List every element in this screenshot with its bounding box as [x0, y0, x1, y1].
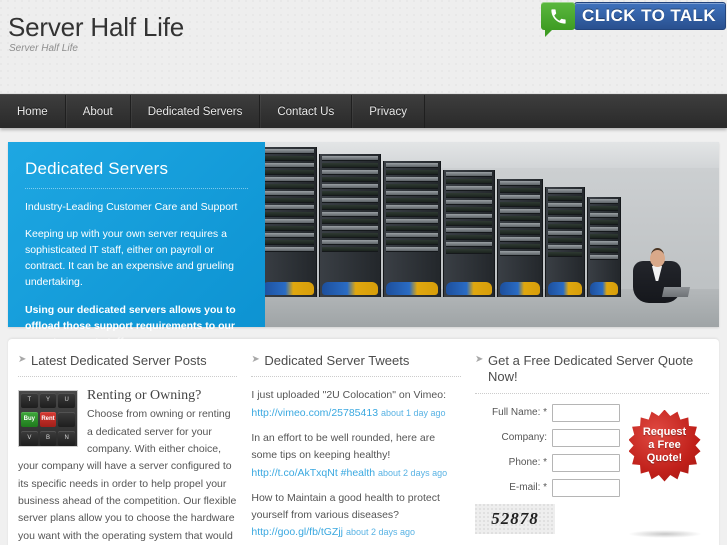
tweet-text: In an effort to be well rounded, here ar…: [251, 431, 436, 462]
key-b: B: [39, 431, 57, 447]
server-rack: [319, 154, 381, 297]
nav-item-dedicated-servers[interactable]: Dedicated Servers: [131, 95, 261, 128]
posts-heading-label: Latest Dedicated Server Posts: [31, 353, 207, 368]
request-free-quote-badge[interactable]: Request a Free Quote!: [628, 409, 701, 482]
hero-text-panel: Dedicated Servers Industry-Leading Custo…: [8, 142, 265, 348]
key-n: N: [58, 431, 76, 447]
nav-item-home[interactable]: Home: [0, 95, 66, 128]
quote-form-heading-label: Get a Free Dedicated Server Quote Now!: [488, 353, 694, 385]
hero-banner: Dedicated Servers Industry-Leading Custo…: [8, 142, 719, 348]
column-quote-form: ➤ Get a Free Dedicated Server Quote Now!…: [475, 353, 709, 545]
badge-shadow: [627, 529, 702, 538]
badge-line-3: Quote!: [646, 452, 683, 465]
tweet-item: How to Maintain a good health to protect…: [251, 490, 461, 542]
chevron-right-icon: ➤: [251, 354, 260, 365]
chevron-right-icon: ➤: [18, 354, 27, 365]
server-rack: [587, 197, 621, 297]
key-t: T: [21, 393, 38, 409]
click-to-talk-widget[interactable]: CLICK TO TALK: [541, 2, 726, 37]
server-rack: [443, 170, 495, 297]
phone-label: Phone: *: [508, 457, 548, 468]
badge-line-2: a Free: [648, 438, 681, 451]
nav-item-contact-us[interactable]: Contact Us: [260, 95, 353, 128]
server-rack: [383, 161, 441, 297]
field-row-phone: Phone: *: [475, 453, 621, 472]
hero-heading: Dedicated Servers: [25, 159, 248, 189]
field-row-email: E-mail: *: [475, 478, 621, 497]
site-header: Server Half Life Server Half Life CLICK …: [0, 0, 727, 94]
field-row-full-name: Full Name: *: [475, 403, 621, 422]
post-thumbnail-keyboard[interactable]: T Y U Buy Rent V B N: [18, 390, 78, 448]
phone-bubble-icon[interactable]: [541, 2, 576, 37]
badge-line-1: Request: [642, 425, 687, 438]
full-name-label: Full Name: *: [492, 407, 548, 418]
company-label: Company:: [501, 432, 548, 443]
page-root: Server Half Life Server Half Life CLICK …: [0, 0, 727, 545]
chevron-right-icon: ➤: [475, 354, 484, 365]
tweet-timestamp: about 2 days ago: [378, 467, 448, 478]
quote-form-heading: ➤ Get a Free Dedicated Server Quote Now!: [475, 353, 709, 394]
content-area: ➤ Latest Dedicated Server Posts T Y U Bu…: [8, 339, 719, 545]
company-input[interactable]: [552, 428, 621, 447]
hero-subheading: Industry-Leading Customer Care and Suppo…: [25, 201, 238, 213]
key-v: V: [21, 431, 38, 447]
tweet-text: How to Maintain a good health to protect…: [251, 491, 440, 522]
key-y: Y: [39, 393, 57, 409]
site-tagline: Server Half Life: [9, 43, 78, 54]
main-navigation: Home About Dedicated Servers Contact Us …: [0, 94, 727, 128]
click-to-talk-label[interactable]: CLICK TO TALK: [574, 2, 726, 30]
email-input[interactable]: [552, 478, 621, 497]
post-item: T Y U Buy Rent V B N Renting or Owning? …: [18, 387, 237, 545]
tweet-link[interactable]: http://t.co/AkTxqNt #health: [251, 467, 375, 479]
person-head: [650, 250, 665, 267]
key-blank: [58, 412, 76, 428]
key-u: U: [58, 393, 76, 409]
tweets-heading-label: Dedicated Server Tweets: [264, 353, 410, 368]
column-tweets: ➤ Dedicated Server Tweets I just uploade…: [251, 353, 475, 545]
tweet-item: In an effort to be well rounded, here ar…: [251, 430, 461, 482]
phone-icon: [550, 8, 566, 24]
tweet-link[interactable]: http://goo.gl/fb/tGZjj: [251, 526, 343, 538]
captcha-image: 52878: [475, 503, 556, 534]
tweet-timestamp: about 1 day ago: [380, 407, 446, 418]
email-label: E-mail: *: [509, 482, 548, 493]
tweet-item: I just uploaded "2U Colocation" on Vimeo…: [251, 387, 461, 422]
tweets-heading: ➤ Dedicated Server Tweets: [251, 353, 462, 378]
laptop-icon: [661, 287, 691, 297]
server-rack: [545, 187, 585, 297]
key-rent: Rent: [39, 412, 57, 428]
hero-datacenter-image: [265, 142, 719, 327]
hero-body-text: Keeping up with your own server requires…: [25, 227, 234, 289]
tweet-text: I just uploaded "2U Colocation" on Vimeo…: [251, 389, 447, 402]
posts-heading: ➤ Latest Dedicated Server Posts: [18, 353, 238, 378]
column-latest-posts: ➤ Latest Dedicated Server Posts T Y U Bu…: [18, 353, 251, 545]
server-rack: [497, 179, 543, 297]
request-quote-badge-wrap: Request a Free Quote!: [620, 404, 709, 538]
nav-item-about[interactable]: About: [66, 95, 131, 128]
site-title: Server Half Life: [8, 12, 184, 42]
key-buy: Buy: [21, 412, 38, 428]
nav-item-privacy[interactable]: Privacy: [352, 95, 425, 128]
form-fields: Full Name: * Company: Phone: * E-mail: *: [475, 403, 621, 534]
full-name-input[interactable]: [552, 403, 621, 422]
field-row-company: Company:: [475, 428, 621, 447]
server-rack: [265, 147, 317, 297]
tweet-link[interactable]: http://vimeo.com/25785413: [251, 407, 378, 419]
quote-form: Full Name: * Company: Phone: * E-mail: *: [475, 403, 709, 538]
phone-input[interactable]: [552, 453, 621, 472]
tweet-timestamp: about 2 days ago: [345, 527, 415, 538]
